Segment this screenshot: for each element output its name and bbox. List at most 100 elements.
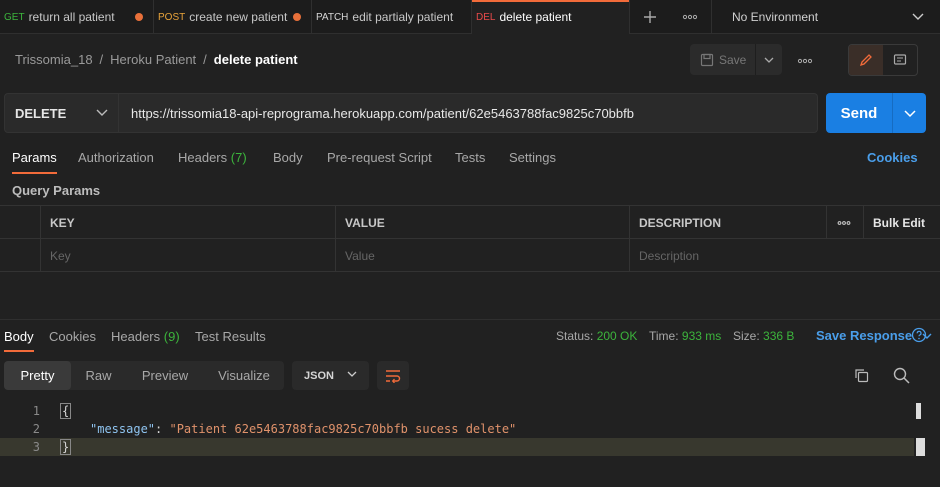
view-visualize-button[interactable]: Visualize <box>204 361 284 390</box>
time-readout[interactable]: Time: 933 ms <box>649 329 721 343</box>
code-line-current: 3 } <box>0 438 914 456</box>
query-params-table: KEY VALUE DESCRIPTION Bulk Edit Key Valu… <box>0 205 940 272</box>
code-text: } <box>60 439 72 455</box>
new-tab-button[interactable] <box>630 0 670 34</box>
table-header-row: KEY VALUE DESCRIPTION Bulk Edit <box>0 206 940 239</box>
more-horizontal-icon <box>837 220 851 225</box>
send-button[interactable]: Send <box>826 93 893 133</box>
search-icon[interactable] <box>893 367 910 384</box>
save-button[interactable]: Save <box>690 44 756 75</box>
tab-pre-request-script[interactable]: Pre-request Script <box>327 150 432 165</box>
bulk-edit-button[interactable]: Bulk Edit <box>863 206 940 239</box>
help-icon[interactable] <box>911 327 927 343</box>
url-value: https://trissomia18-api-reprograma.herok… <box>131 105 634 121</box>
editor-scrollbar-marker[interactable] <box>916 403 921 419</box>
size-label: Size: <box>733 329 760 343</box>
json-colon: : <box>155 422 170 436</box>
tab-headers[interactable]: Headers (7) <box>178 150 247 165</box>
tab-title: create new patient <box>189 10 288 24</box>
status-readout[interactable]: Status: 200 OK <box>556 329 637 343</box>
response-headers-label: Headers <box>111 329 161 344</box>
column-options-button[interactable] <box>826 206 863 239</box>
tab-method: GET <box>4 11 25 23</box>
code-text: { <box>60 403 72 419</box>
size-readout[interactable]: Size: 336 B <box>733 329 794 343</box>
chevron-down-icon <box>347 371 357 377</box>
chevron-down-icon <box>912 13 924 20</box>
open-brace: { <box>60 403 72 419</box>
cookies-link[interactable]: Cookies <box>867 150 918 165</box>
param-description-input[interactable]: Description <box>629 239 940 272</box>
query-params-title: Query Params <box>12 183 101 198</box>
column-header-description: DESCRIPTION <box>629 206 826 239</box>
tab-edit-partialy-patient[interactable]: PATCH edit partialy patient <box>312 0 472 34</box>
close-brace: } <box>60 439 72 455</box>
response-format-select[interactable]: JSON <box>292 361 369 390</box>
status-value: 200 OK <box>596 329 638 343</box>
breadcrumb: Trissomia_18 / Heroku Patient / delete p… <box>15 52 298 67</box>
line-number: 3 <box>32 440 40 454</box>
send-button-group: Send <box>826 93 926 133</box>
pencil-icon <box>859 54 872 67</box>
response-tab-cookies[interactable]: Cookies <box>49 329 96 344</box>
chevron-down-icon <box>96 109 108 116</box>
table-row: Key Value Description <box>0 239 940 272</box>
wrap-lines-icon <box>386 369 401 383</box>
save-icon <box>700 53 714 66</box>
environment-selector[interactable]: No Environment <box>711 0 940 34</box>
line-number: 1 <box>32 404 40 418</box>
environment-label: No Environment <box>732 10 819 24</box>
tab-settings[interactable]: Settings <box>509 150 556 165</box>
time-label: Time: <box>649 329 679 343</box>
wrap-lines-button[interactable] <box>377 361 409 390</box>
response-headers-count: (9) <box>163 329 180 344</box>
breadcrumb-collection[interactable]: Heroku Patient <box>110 52 196 67</box>
tab-headers-label: Headers <box>178 150 228 165</box>
unsaved-indicator <box>293 13 301 21</box>
time-value: 933 ms <box>681 329 722 343</box>
plus-icon <box>644 11 656 23</box>
save-label: Save <box>719 52 747 67</box>
more-horizontal-icon <box>797 58 813 64</box>
edit-documentation-button[interactable] <box>849 45 883 75</box>
param-value-input[interactable]: Value <box>335 239 629 272</box>
breadcrumb-separator: / <box>203 52 207 67</box>
tab-body[interactable]: Body <box>273 150 303 165</box>
response-tab-body[interactable]: Body <box>4 329 34 352</box>
view-raw-button[interactable]: Raw <box>71 361 126 390</box>
tab-options-button[interactable] <box>670 0 710 34</box>
code-line: 1 { <box>0 402 940 420</box>
breadcrumb-request-name[interactable]: delete patient <box>214 52 298 67</box>
tab-authorization[interactable]: Authorization <box>78 150 154 165</box>
response-tab-test-results[interactable]: Test Results <box>195 329 266 344</box>
breadcrumb-separator: / <box>99 52 104 67</box>
column-header-value: VALUE <box>335 206 629 239</box>
right-panel-toggle <box>848 44 918 76</box>
tab-return-all-patient[interactable]: GET return all patient <box>0 0 154 34</box>
url-input[interactable]: https://trissomia18-api-reprograma.herok… <box>119 93 818 133</box>
json-key: "message" <box>90 422 156 436</box>
tab-tests[interactable]: Tests <box>455 150 485 165</box>
send-options-button[interactable] <box>893 93 926 133</box>
more-horizontal-icon <box>682 14 698 20</box>
more-actions-button[interactable] <box>797 51 813 67</box>
save-response-label: Save Response <box>816 328 913 343</box>
save-options-button[interactable] <box>756 56 782 64</box>
copy-icon[interactable] <box>854 368 869 383</box>
breadcrumb-workspace[interactable]: Trissomia_18 <box>15 52 93 67</box>
view-pretty-button[interactable]: Pretty <box>4 361 71 390</box>
status-label: Status: <box>556 329 594 343</box>
tab-params[interactable]: Params <box>12 150 57 174</box>
view-preview-button[interactable]: Preview <box>126 361 204 390</box>
editor-scrollbar-thumb[interactable] <box>916 438 925 456</box>
tab-title: edit partialy patient <box>352 10 454 24</box>
chevron-down-icon <box>903 110 916 118</box>
param-key-input[interactable]: Key <box>40 239 335 272</box>
response-tab-headers[interactable]: Headers (9) <box>111 329 180 344</box>
comments-button[interactable] <box>883 45 917 75</box>
response-divider[interactable] <box>0 319 940 320</box>
tab-create-new-patient[interactable]: POST create new patient <box>154 0 312 34</box>
tab-method: PATCH <box>316 11 349 23</box>
http-method-select[interactable]: DELETE <box>4 93 119 133</box>
tab-delete-patient[interactable]: DEL delete patient <box>472 0 630 34</box>
